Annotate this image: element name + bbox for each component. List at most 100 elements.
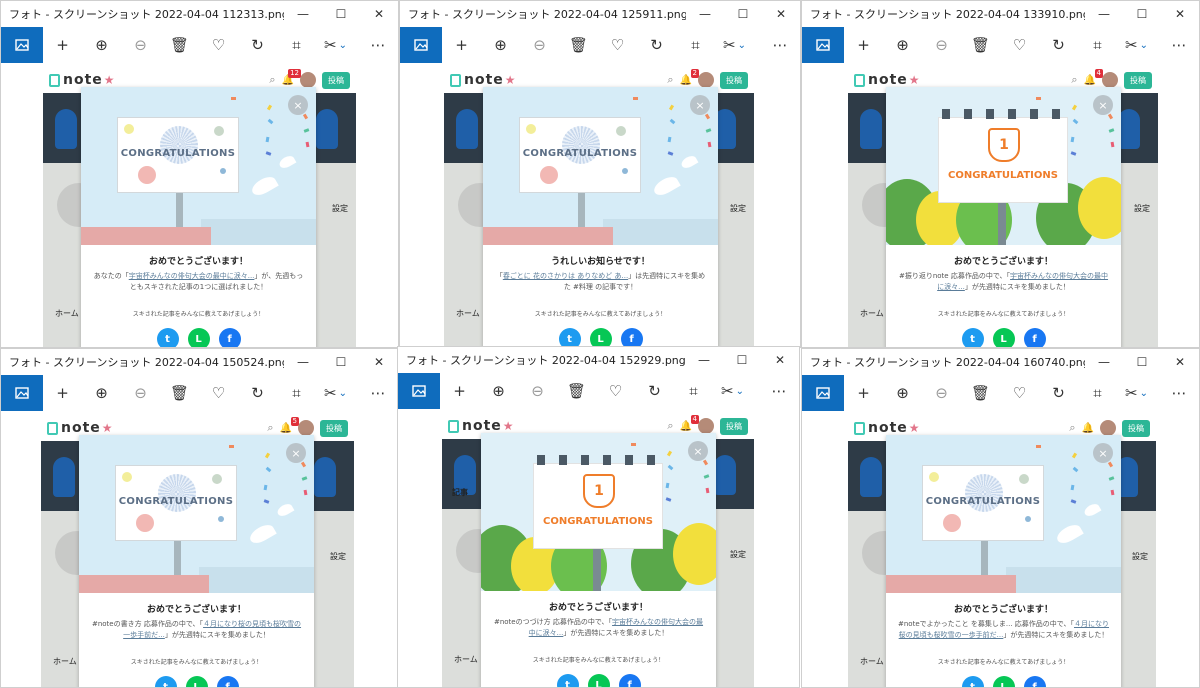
maximize-icon[interactable]: ☐ (723, 347, 761, 373)
facebook-icon[interactable]: f (620, 328, 643, 347)
zoom-out-icon[interactable]: ⊖ (518, 373, 557, 409)
delete-icon[interactable]: 🗑 (961, 27, 1000, 63)
minimize-icon[interactable]: — (284, 349, 322, 375)
close-icon[interactable]: ✕ (360, 349, 398, 375)
settings-link[interactable]: 設定 (730, 203, 746, 214)
close-icon[interactable]: ✕ (360, 1, 398, 27)
post-button[interactable]: 投稿 (1124, 71, 1152, 89)
line-icon[interactable]: L (992, 328, 1015, 347)
search-icon[interactable]: ⌕ (1071, 73, 1077, 87)
post-button[interactable]: 投稿 (320, 419, 348, 437)
photo-icon[interactable] (1, 27, 43, 63)
chevron-down-icon[interactable]: ⌄ (738, 40, 746, 51)
add-icon[interactable]: + (440, 373, 479, 409)
crop-icon[interactable]: ⌗ (1078, 27, 1117, 63)
line-icon[interactable]: L (187, 328, 210, 347)
more-icon[interactable]: ⋯ (358, 375, 398, 411)
zoom-out-icon[interactable]: ⊖ (922, 27, 961, 63)
favorite-icon[interactable]: ♡ (598, 27, 637, 63)
rotate-icon[interactable]: ↻ (1039, 27, 1078, 63)
edit-icon[interactable]: ✂ ⌄ (715, 27, 754, 63)
avatar[interactable] (698, 418, 714, 434)
edit-icon[interactable]: ✂ ⌄ (316, 27, 355, 63)
twitter-icon[interactable]: t (558, 328, 581, 347)
twitter-icon[interactable]: t (961, 676, 984, 687)
article-link[interactable]: 宇宙杯みんなの俳句大会の最中に涙々... (129, 272, 255, 280)
minimize-icon[interactable]: — (284, 1, 322, 27)
post-button[interactable]: 投稿 (720, 417, 748, 435)
add-icon[interactable]: + (442, 27, 481, 63)
photo-icon[interactable] (398, 373, 440, 409)
delete-icon[interactable]: 🗑 (557, 373, 596, 409)
crop-icon[interactable]: ⌗ (277, 27, 316, 63)
minimize-icon[interactable]: — (1085, 1, 1123, 27)
facebook-icon[interactable]: f (618, 674, 641, 687)
more-icon[interactable]: ⋯ (1159, 375, 1199, 411)
bell-icon[interactable]: 🔔 12 (282, 68, 301, 86)
twitter-icon[interactable]: t (156, 328, 179, 347)
close-icon[interactable]: ✕ (1161, 349, 1199, 375)
maximize-icon[interactable]: ☐ (1123, 349, 1161, 375)
twitter-icon[interactable]: t (556, 674, 579, 687)
close-icon[interactable]: ✕ (1161, 1, 1199, 27)
delete-icon[interactable]: 🗑 (961, 375, 1000, 411)
post-button[interactable]: 投稿 (720, 71, 748, 89)
minimize-icon[interactable]: — (685, 347, 723, 373)
line-icon[interactable]: L (587, 674, 610, 687)
chevron-down-icon[interactable]: ⌄ (339, 40, 347, 51)
modal-close-button[interactable]: × (688, 441, 708, 461)
zoom-out-icon[interactable]: ⊖ (121, 375, 160, 411)
zoom-in-icon[interactable]: ⊕ (481, 27, 520, 63)
modal-close-button[interactable]: × (690, 95, 710, 115)
bell-icon[interactable]: 🔔 2 (680, 68, 699, 86)
more-icon[interactable]: ⋯ (759, 373, 799, 409)
more-icon[interactable]: ⋯ (760, 27, 800, 63)
photo-icon[interactable] (802, 375, 844, 411)
favorite-icon[interactable]: ♡ (199, 375, 238, 411)
line-icon[interactable]: L (589, 328, 612, 347)
line-icon[interactable]: L (185, 676, 208, 687)
delete-icon[interactable]: 🗑 (559, 27, 598, 63)
add-icon[interactable]: + (43, 27, 82, 63)
settings-link[interactable]: 設定 (1132, 551, 1148, 562)
edit-icon[interactable]: ✂ ⌄ (713, 373, 752, 409)
bell-icon[interactable]: 🔔 4 (1084, 68, 1103, 86)
add-icon[interactable]: + (844, 27, 883, 63)
crop-icon[interactable]: ⌗ (1078, 375, 1117, 411)
delete-icon[interactable]: 🗑 (160, 27, 199, 63)
favorite-icon[interactable]: ♡ (199, 27, 238, 63)
crop-icon[interactable]: ⌗ (674, 373, 713, 409)
search-icon[interactable]: ⌕ (267, 421, 273, 435)
maximize-icon[interactable]: ☐ (322, 349, 360, 375)
rotate-icon[interactable]: ↻ (637, 27, 676, 63)
chevron-down-icon[interactable]: ⌄ (1140, 388, 1148, 399)
chevron-down-icon[interactable]: ⌄ (339, 388, 347, 399)
zoom-out-icon[interactable]: ⊖ (121, 27, 160, 63)
close-icon[interactable]: ✕ (762, 1, 800, 27)
favorite-icon[interactable]: ♡ (596, 373, 635, 409)
settings-link[interactable]: 設定 (730, 549, 746, 560)
rotate-icon[interactable]: ↻ (635, 373, 674, 409)
rotate-icon[interactable]: ↻ (238, 375, 277, 411)
tab-home[interactable]: ホーム (454, 654, 478, 665)
zoom-in-icon[interactable]: ⊕ (479, 373, 518, 409)
photo-icon[interactable] (1, 375, 43, 411)
add-icon[interactable]: + (43, 375, 82, 411)
zoom-in-icon[interactable]: ⊕ (883, 27, 922, 63)
rotate-icon[interactable]: ↻ (238, 27, 277, 63)
settings-link[interactable]: 設定 (332, 203, 348, 214)
maximize-icon[interactable]: ☐ (322, 1, 360, 27)
chevron-down-icon[interactable]: ⌄ (736, 386, 744, 397)
photo-icon[interactable] (400, 27, 442, 63)
bell-icon[interactable]: 🔔 5 (280, 416, 299, 434)
tab-home[interactable]: ホーム (860, 308, 884, 319)
chevron-down-icon[interactable]: ⌄ (1140, 40, 1148, 51)
post-button[interactable]: 投稿 (322, 71, 350, 89)
facebook-icon[interactable]: f (218, 328, 241, 347)
maximize-icon[interactable]: ☐ (1123, 1, 1161, 27)
avatar[interactable] (298, 420, 314, 436)
zoom-in-icon[interactable]: ⊕ (883, 375, 922, 411)
crop-icon[interactable]: ⌗ (277, 375, 316, 411)
zoom-in-icon[interactable]: ⊕ (82, 375, 121, 411)
minimize-icon[interactable]: — (1085, 349, 1123, 375)
